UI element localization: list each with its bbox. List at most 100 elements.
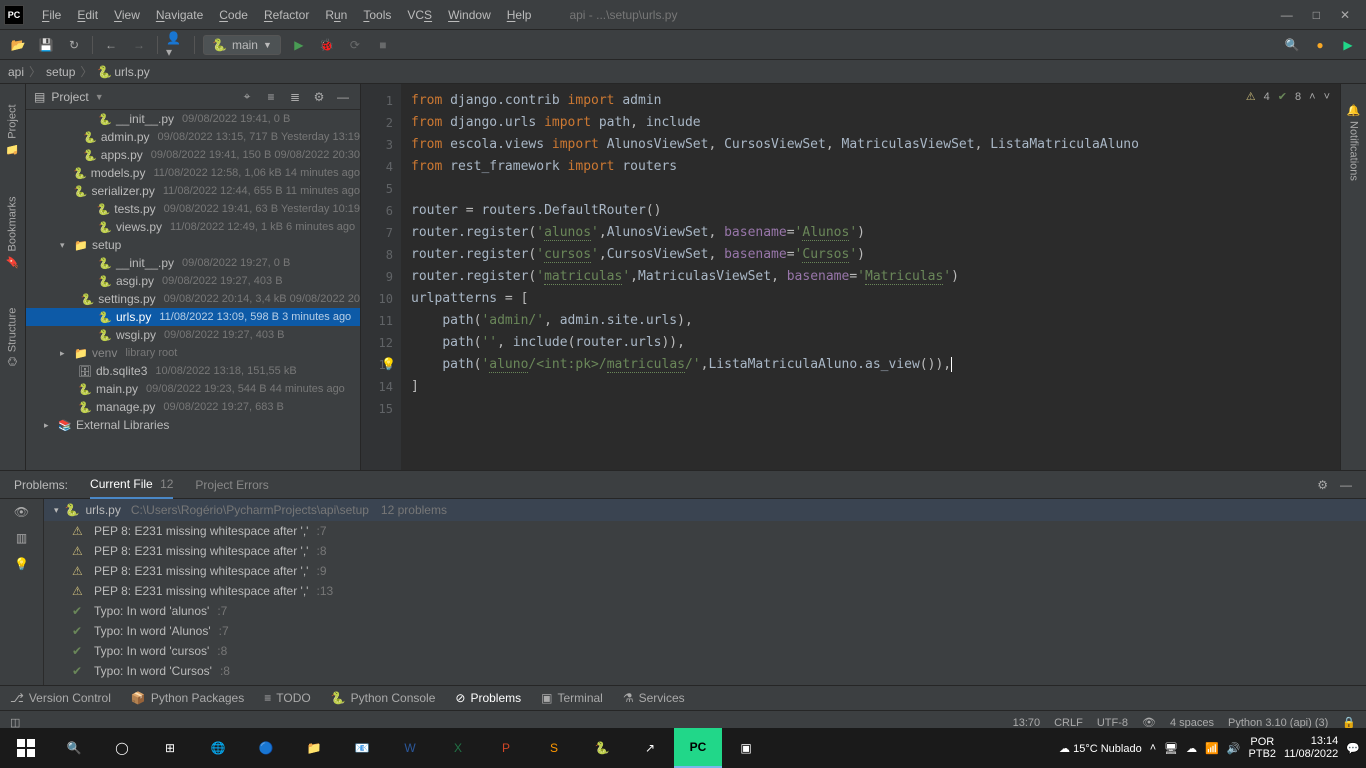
run-icon[interactable]: ▶	[289, 35, 309, 55]
bookmarks-tool-button[interactable]: 🔖Bookmarks	[6, 196, 19, 268]
problem-item[interactable]: ✔Typo: In word 'Alunos' :7	[44, 621, 1366, 641]
powerpoint-icon[interactable]: P	[482, 728, 530, 768]
code-area[interactable]: 💡 from django.contrib import admin from …	[401, 84, 1340, 470]
keyboard-layout[interactable]: PTB2	[1249, 748, 1277, 760]
bulb-icon[interactable]: 💡	[14, 557, 29, 571]
problems-file-header[interactable]: ▾ 🐍 urls.py C:\Users\Rogério\PycharmProj…	[44, 499, 1366, 521]
tree-item[interactable]: 🐍__init__.py09/08/2022 19:41, 0 B	[26, 110, 360, 128]
tree-item[interactable]: 🐍urls.py11/08/2022 13:09, 598 B 3 minute…	[26, 308, 360, 326]
python-icon[interactable]: 🐍	[578, 728, 626, 768]
tree-item[interactable]: 🐍asgi.py09/08/2022 19:27, 403 B	[26, 272, 360, 290]
app-icon[interactable]: ↗	[626, 728, 674, 768]
terminal-button[interactable]: ▣ Terminal	[541, 691, 603, 705]
tree-item[interactable]: 🐍settings.py09/08/2022 20:14, 3,4 kB 09/…	[26, 290, 360, 308]
breadcrumb-item[interactable]: setup	[46, 65, 75, 79]
close-button[interactable]: ✕	[1340, 8, 1350, 22]
gear-icon[interactable]: ⚙	[1317, 478, 1328, 492]
chevron-down-icon[interactable]: ˅	[1324, 91, 1330, 103]
outlook-icon[interactable]: 📧	[338, 728, 386, 768]
editor[interactable]: 123456789101112131415 💡 from django.cont…	[361, 84, 1340, 470]
problem-item[interactable]: ⚠PEP 8: E231 missing whitespace after ',…	[44, 541, 1366, 561]
encoding[interactable]: UTF-8	[1097, 717, 1128, 729]
python-console-button[interactable]: 🐍 Python Console	[331, 691, 436, 705]
minimize-button[interactable]: —	[1281, 8, 1293, 22]
menu-help[interactable]: Help	[499, 8, 540, 22]
tree-item[interactable]: 🐍__init__.py09/08/2022 19:27, 0 B	[26, 254, 360, 272]
save-icon[interactable]: 💾	[36, 35, 56, 55]
pycharm-icon[interactable]: PC	[674, 728, 722, 768]
weather-widget[interactable]: ☁ 15°C Nublado	[1059, 742, 1142, 755]
cursor-position[interactable]: 13:70	[1013, 717, 1041, 729]
breadcrumb-item[interactable]: urls.py	[114, 65, 149, 79]
breadcrumb-item[interactable]: api	[8, 65, 24, 79]
reload-icon[interactable]: ↻	[64, 35, 84, 55]
ide-icon[interactable]: ▶	[1338, 35, 1358, 55]
tree-item[interactable]: 🐍serializer.py11/08/2022 12:44, 655 B 11…	[26, 182, 360, 200]
problems-list[interactable]: ▾ 🐍 urls.py C:\Users\Rogério\PycharmProj…	[44, 499, 1366, 685]
todo-button[interactable]: ≡ TODO	[264, 691, 310, 705]
project-view-label[interactable]: Project	[51, 90, 88, 104]
line-separator[interactable]: CRLF	[1054, 717, 1083, 729]
problem-item[interactable]: ⚠PEP 8: E231 missing whitespace after ',…	[44, 521, 1366, 541]
run-config-selector[interactable]: 🐍 main ▼	[203, 35, 281, 55]
user-icon[interactable]: 👤▾	[166, 35, 186, 55]
locate-icon[interactable]: ⌖	[238, 89, 256, 104]
tree-item[interactable]: 🐍tests.py09/08/2022 19:41, 63 B Yesterda…	[26, 200, 360, 218]
hide-icon[interactable]: —	[334, 90, 352, 104]
coverage-icon[interactable]: ⟳	[345, 35, 365, 55]
keyboard-lang[interactable]: POR	[1250, 736, 1274, 748]
tab-current-file[interactable]: Current File 12	[90, 471, 173, 499]
volume-icon[interactable]: 🔊	[1227, 742, 1241, 755]
project-tree[interactable]: 🐍__init__.py09/08/2022 19:41, 0 B🐍admin.…	[26, 110, 360, 470]
problem-item[interactable]: ⚠PEP 8: E231 missing whitespace after ',…	[44, 581, 1366, 601]
eye-icon[interactable]: 👁	[14, 505, 29, 519]
tree-item[interactable]: 🐍models.py11/08/2022 12:58, 1,06 kB 14 m…	[26, 164, 360, 182]
notifications-tool-button[interactable]: 🔔Notifications	[1347, 104, 1360, 181]
problem-item[interactable]: ✔Typo: In word 'cursos' :8	[44, 641, 1366, 661]
tree-item[interactable]: 🐍main.py09/08/2022 19:23, 544 B 44 minut…	[26, 380, 360, 398]
interpreter[interactable]: Python 3.10 (api) (3)	[1228, 717, 1328, 729]
filter-icon[interactable]: ▥	[16, 531, 27, 545]
edge-icon[interactable]: 🔵	[242, 728, 290, 768]
tab-project-errors[interactable]: Project Errors	[195, 472, 268, 498]
tree-item[interactable]: 🗄db.sqlite310/08/2022 13:18, 151,55 kB	[26, 362, 360, 380]
clock[interactable]: 13:14 11/08/2022	[1284, 735, 1338, 761]
display-icon[interactable]: 🖥	[1164, 742, 1178, 755]
stop-icon[interactable]: ■	[373, 35, 393, 55]
sublime-icon[interactable]: S	[530, 728, 578, 768]
tree-item[interactable]: ▸📁venvlibrary root	[26, 344, 360, 362]
excel-icon[interactable]: X	[434, 728, 482, 768]
chevron-down-icon[interactable]: ▼	[95, 92, 104, 102]
menu-refactor[interactable]: Refactor	[256, 8, 317, 22]
tree-item[interactable]: 🐍views.py11/08/2022 12:49, 1 kB 6 minute…	[26, 218, 360, 236]
structure-tool-button[interactable]: ⌬Structure	[6, 308, 19, 366]
task-view-button[interactable]: ⊞	[146, 728, 194, 768]
tree-item[interactable]: 🐍apps.py09/08/2022 19:41, 150 B 09/08/20…	[26, 146, 360, 164]
menu-navigate[interactable]: Navigate	[148, 8, 211, 22]
search-icon[interactable]: 🔍	[1282, 35, 1302, 55]
explorer-icon[interactable]: 📁	[290, 728, 338, 768]
start-button[interactable]	[2, 728, 50, 768]
hide-icon[interactable]: —	[1340, 478, 1352, 492]
chevron-up-icon[interactable]: ˄	[1309, 91, 1315, 103]
maximize-button[interactable]: □	[1313, 8, 1320, 22]
tree-item[interactable]: 🐍manage.py09/08/2022 19:27, 683 B	[26, 398, 360, 416]
services-button[interactable]: ⚗ Services	[623, 691, 685, 705]
problems-button[interactable]: ⊘ Problems	[455, 691, 521, 705]
collapse-all-icon[interactable]: ≣	[286, 90, 304, 104]
indent[interactable]: 4 spaces	[1170, 717, 1214, 729]
tray-chevron-icon[interactable]: ˄	[1150, 742, 1156, 754]
python-packages-button[interactable]: 📦 Python Packages	[131, 691, 244, 705]
project-tool-button[interactable]: 📁Project	[6, 104, 19, 156]
cloud-icon[interactable]: ●	[1310, 35, 1330, 55]
search-button[interactable]: 🔍	[50, 728, 98, 768]
menu-file[interactable]: File	[34, 8, 69, 22]
open-icon[interactable]: 📂	[8, 35, 28, 55]
gear-icon[interactable]: ⚙	[310, 90, 328, 104]
menu-view[interactable]: View	[106, 8, 148, 22]
cortana-button[interactable]: ◯	[98, 728, 146, 768]
problem-item[interactable]: ✔Typo: In word 'alunos' :7	[44, 601, 1366, 621]
problem-item[interactable]: ⚠PEP 8: E231 missing whitespace after ',…	[44, 561, 1366, 581]
word-icon[interactable]: W	[386, 728, 434, 768]
tree-item[interactable]: ▸📚External Libraries	[26, 416, 360, 434]
